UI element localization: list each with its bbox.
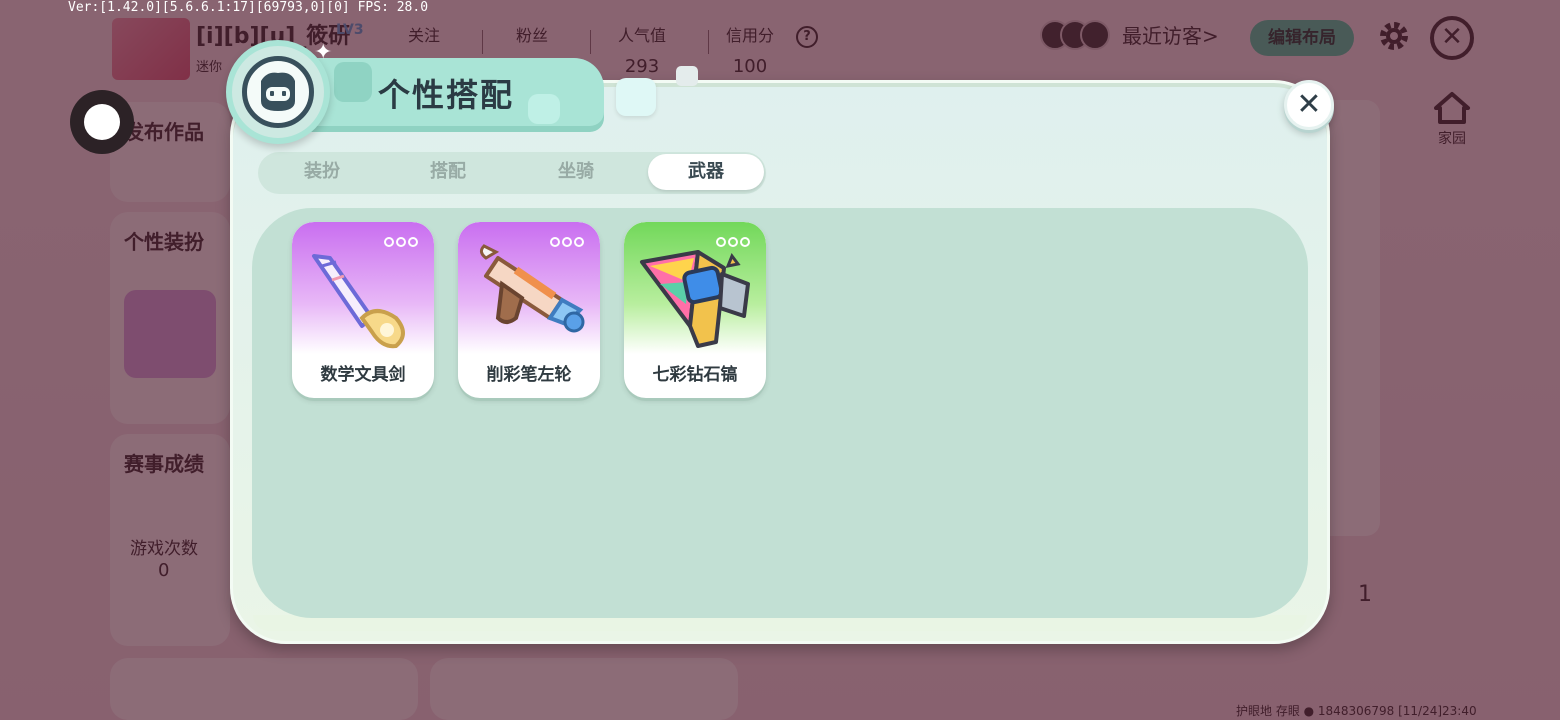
modal-close-button[interactable]: ✕ xyxy=(1284,80,1334,130)
visitor-avatar xyxy=(1080,20,1110,50)
item-card[interactable]: 数学文具剑 xyxy=(292,222,434,398)
match-results-card: 赛事成绩 游戏次数 0 xyxy=(110,434,230,646)
personal-outfit-card[interactable]: 个性装扮 xyxy=(110,212,230,424)
item-card[interactable]: 七彩钻石镐 xyxy=(624,222,766,398)
modal-title: 个性搭配 xyxy=(378,76,515,114)
stat-follow-label: 关注 xyxy=(408,26,441,45)
stat-credit: 信用分 100 xyxy=(726,22,774,77)
bottom-info: 护眼地 存眼 ● 1848306798 [11/24]23:40 xyxy=(1236,704,1477,718)
more-options-icon[interactable] xyxy=(550,232,588,247)
stat-fans-label: 粉丝 xyxy=(516,26,549,45)
decor-square xyxy=(616,78,656,116)
stat-divider xyxy=(708,30,709,54)
close-icon: ✕ xyxy=(1296,87,1322,122)
tab-costume[interactable]: 装扮 xyxy=(264,154,380,190)
player-level: LV3 xyxy=(336,22,364,38)
help-icon[interactable]: ? xyxy=(796,26,818,48)
tab-outfit[interactable]: 搭配 xyxy=(390,154,506,190)
tab-mount[interactable]: 坐骑 xyxy=(518,154,634,190)
player-sub-label: 迷你 xyxy=(196,60,223,75)
published-works-title: 发布作品 xyxy=(124,120,204,144)
banner-decoration xyxy=(528,94,560,124)
stat-popularity-value: 293 xyxy=(624,56,660,77)
more-options-icon[interactable] xyxy=(716,232,754,247)
bottom-card xyxy=(110,658,418,720)
stat-divider xyxy=(482,30,483,54)
mascot-face-icon xyxy=(242,56,314,128)
gear-icon[interactable] xyxy=(1376,18,1412,54)
floating-joystick-button[interactable] xyxy=(70,90,134,154)
home-icon xyxy=(1434,92,1470,124)
stat-popularity: 人气值 293 xyxy=(618,22,666,77)
bottom-card xyxy=(430,658,738,720)
debug-version-text: Ver:[1.42.0][5.6.6.1:17][69793,0][0] FPS… xyxy=(68,0,429,15)
item-name: 七彩钻石镐 xyxy=(652,365,738,385)
game-count-label: 游戏次数 xyxy=(130,539,198,559)
stat-popularity-label: 人气值 xyxy=(618,26,667,45)
stat-divider xyxy=(590,30,591,54)
sparkle-icon: ✦ xyxy=(314,40,333,65)
player-avatar[interactable] xyxy=(112,18,190,80)
item-card[interactable]: 削彩笔左轮 xyxy=(458,222,600,398)
home-label: 家园 xyxy=(1438,131,1466,147)
stat-follow[interactable]: 关注 xyxy=(408,22,440,46)
stat-fans[interactable]: 粉丝 xyxy=(516,22,548,46)
category-tabs: 装扮 搭配 坐骑 武器 xyxy=(258,152,766,194)
edit-layout-button[interactable]: 编辑布局 xyxy=(1250,20,1354,56)
recent-visitors-link[interactable]: 最近访客> xyxy=(1122,20,1219,49)
home-button[interactable]: 家园 xyxy=(1428,90,1476,147)
item-name: 数学文具剑 xyxy=(320,365,406,385)
decor-square xyxy=(676,66,698,86)
outfit-preview xyxy=(124,290,216,378)
more-options-icon[interactable] xyxy=(384,232,422,247)
stat-credit-label: 信用分 xyxy=(726,26,775,45)
match-results-title: 赛事成绩 xyxy=(124,452,204,476)
close-profile-button[interactable]: ✕ xyxy=(1430,16,1474,60)
banner-decoration xyxy=(334,62,372,102)
recent-visitor-avatars[interactable] xyxy=(1040,20,1112,52)
stat-credit-value: 100 xyxy=(732,56,768,77)
right-value: 1 xyxy=(1358,582,1372,607)
personal-outfit-title: 个性装扮 xyxy=(124,230,204,254)
game-count-value: 0 xyxy=(158,560,170,581)
tab-weapon[interactable]: 武器 xyxy=(648,154,764,190)
item-name: 削彩笔左轮 xyxy=(486,365,572,385)
